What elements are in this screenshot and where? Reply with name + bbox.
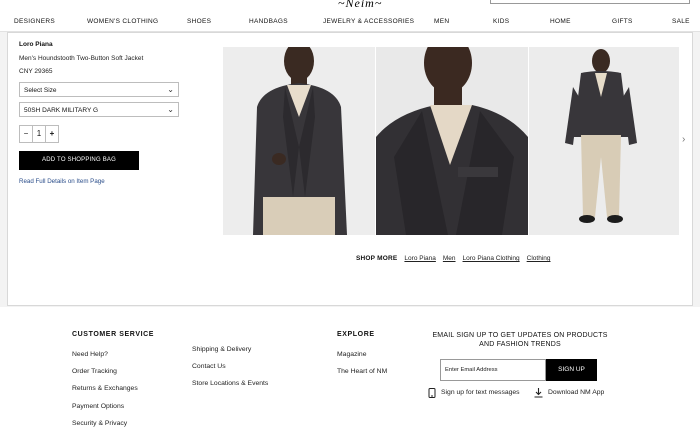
shop-more-link-brand-clothing[interactable]: Loro Piana Clothing xyxy=(463,255,520,262)
product-price: CNY 29365 xyxy=(19,68,53,75)
color-select[interactable]: 50SH DARK MILITARY G ⌄ xyxy=(19,102,179,117)
chevron-down-icon: ⌄ xyxy=(167,85,174,94)
size-select-value: Select Size xyxy=(24,87,57,94)
footer-link-need-help[interactable]: Need Help? xyxy=(72,351,108,358)
store-logo[interactable]: ~Neim~ xyxy=(338,0,382,11)
footer-link-magazine[interactable]: Magazine xyxy=(337,351,366,358)
nav-shoes[interactable]: SHOES xyxy=(187,18,211,25)
footer-link-returns[interactable]: Returns & Exchanges xyxy=(72,385,138,392)
nav-designers[interactable]: DESIGNERS xyxy=(14,18,55,25)
customer-service-heading: CUSTOMER SERVICE xyxy=(72,331,155,338)
email-field[interactable]: Enter Email Address xyxy=(440,359,546,381)
phone-icon xyxy=(428,388,436,400)
explore-heading: EXPLORE xyxy=(337,331,375,338)
product-name: Men's Houndstooth Two-Button Soft Jacket xyxy=(19,55,144,62)
footer-link-store-locations[interactable]: Store Locations & Events xyxy=(192,380,268,387)
shop-more-link-men[interactable]: Men xyxy=(443,255,456,262)
download-icon xyxy=(534,388,543,400)
nav-gifts[interactable]: GIFTS xyxy=(612,18,633,25)
product-quickview: Loro Piana Men's Houndstooth Two-Button … xyxy=(7,32,693,306)
shop-more-links: SHOP MORE Loro Piana Men Loro Piana Clot… xyxy=(356,255,551,262)
quantity-decrease-button[interactable]: − xyxy=(19,125,33,143)
color-select-value: 50SH DARK MILITARY G xyxy=(24,107,99,114)
site-footer: CUSTOMER SERVICE Need Help? Order Tracki… xyxy=(0,307,700,447)
full-outfit-photo[interactable] xyxy=(529,47,679,235)
nav-home[interactable]: HOME xyxy=(550,18,571,25)
quantity-value[interactable]: 1 xyxy=(32,125,46,143)
shop-more-link-clothing[interactable]: Clothing xyxy=(527,255,551,262)
footer-link-order-tracking[interactable]: Order Tracking xyxy=(72,368,117,375)
read-full-details-link[interactable]: Read Full Details on Item Page xyxy=(19,178,105,185)
footer-link-contact-us[interactable]: Contact Us xyxy=(192,363,226,370)
chevron-down-icon: ⌄ xyxy=(167,105,174,114)
footer-link-security-privacy[interactable]: Security & Privacy xyxy=(72,420,127,427)
nav-sale[interactable]: SALE xyxy=(672,18,690,25)
download-app-link[interactable]: Download NM App xyxy=(548,389,604,396)
nav-womens-clothing[interactable]: WOMEN'S CLOTHING xyxy=(87,18,158,25)
search-input[interactable] xyxy=(490,0,690,4)
nav-kids[interactable]: KIDS xyxy=(493,18,509,25)
shop-more-link-brand[interactable]: Loro Piana xyxy=(404,255,435,262)
nav-handbags[interactable]: HANDBAGS xyxy=(249,18,288,25)
nav-men[interactable]: MEN xyxy=(434,18,449,25)
newsletter-text: EMAIL SIGN UP TO GET UPDATES ON PRODUCTS… xyxy=(432,332,608,348)
size-select[interactable]: Select Size ⌄ xyxy=(19,82,179,97)
text-messages-link[interactable]: Sign up for text messages xyxy=(441,389,520,396)
nav-jewelry-accessories[interactable]: JEWELRY & ACCESSORIES xyxy=(323,18,414,25)
footer-link-shipping[interactable]: Shipping & Delivery xyxy=(192,346,251,353)
sign-up-button[interactable]: SIGN UP xyxy=(546,359,597,381)
gallery-next-arrow-icon[interactable]: › xyxy=(682,134,685,145)
shop-more-label: SHOP MORE xyxy=(356,255,398,262)
quantity-stepper: − 1 + xyxy=(19,125,59,143)
footer-link-heart-of-nm[interactable]: The Heart of NM xyxy=(337,368,387,375)
main-navigation: DESIGNERS WOMEN'S CLOTHING SHOES HANDBAG… xyxy=(0,14,700,32)
footer-link-payment-options[interactable]: Payment Options xyxy=(72,403,124,410)
product-brand[interactable]: Loro Piana xyxy=(19,41,53,48)
jacket-front-photo[interactable] xyxy=(223,47,375,235)
jacket-detail-photo[interactable] xyxy=(376,47,528,235)
add-to-bag-button[interactable]: ADD TO SHOPPING BAG xyxy=(19,151,139,170)
quantity-increase-button[interactable]: + xyxy=(45,125,59,143)
top-bar: ~Neim~ xyxy=(0,0,700,14)
